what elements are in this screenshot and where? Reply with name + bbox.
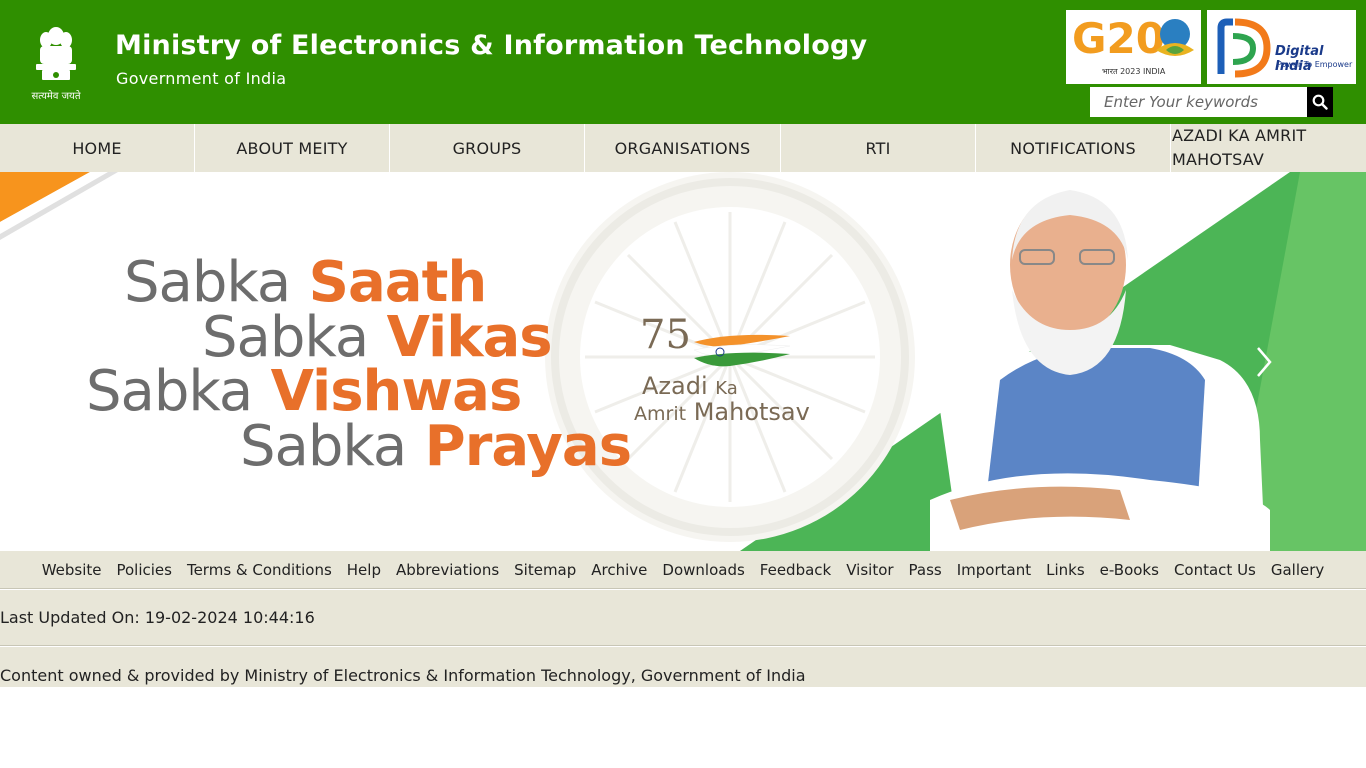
footer-link-gallery[interactable]: Gallery	[1271, 561, 1324, 579]
aka-line-amrit-mahotsav: Amrit Mahotsav	[634, 398, 810, 426]
content-owner-text: Content owned & provided by Ministry of …	[0, 666, 806, 685]
footer-link-sitemap[interactable]: Sitemap	[514, 561, 576, 579]
aka-75-numeral: 75	[640, 312, 691, 358]
aka-mahotsav-text: Mahotsav	[693, 398, 810, 426]
g20-wordmark: G20	[1072, 14, 1165, 63]
g20-logo-text: G20	[1072, 14, 1165, 63]
footer-link-feedback[interactable]: Feedback	[760, 561, 831, 579]
nav-item-about-meity[interactable]: ABOUT MEITY	[195, 124, 390, 172]
search-input[interactable]	[1090, 87, 1307, 117]
g20-logo[interactable]: G20 भारत 2023 INDIA	[1066, 10, 1201, 84]
lotus-globe-icon	[1156, 19, 1194, 56]
emblem-motto: सत्यमेव जयते	[31, 91, 81, 102]
slider-next-arrow[interactable]	[1252, 344, 1276, 380]
footer-link-abbreviations[interactable]: Abbreviations	[396, 561, 499, 579]
slogan-4-prefix: Sabka	[240, 414, 407, 479]
footer-link-policies[interactable]: Policies	[116, 561, 171, 579]
hero-banner-slider[interactable]: Sabka Saath Sabka Vikas Sabka Vishwas Sa…	[0, 172, 1366, 551]
digital-india-mark-icon	[1217, 18, 1271, 78]
aka-amrit-text: Amrit	[634, 403, 687, 425]
search-button[interactable]	[1307, 87, 1333, 117]
slogan-line-4: Sabka Prayas	[240, 414, 632, 479]
main-navigation: HOME ABOUT MEITY GROUPS ORGANISATIONS RT…	[0, 124, 1366, 172]
footer-link-pass[interactable]: Pass	[909, 561, 942, 579]
g20-subtext: भारत 2023 INDIA	[1102, 67, 1166, 76]
content-owner-row: Content owned & provided by Ministry of …	[0, 647, 1366, 687]
site-title[interactable]: Ministry of Electronics & Information Te…	[115, 30, 867, 61]
digital-india-logo[interactable]: Digital India Power To Empower	[1207, 10, 1356, 84]
national-emblem-logo[interactable]: सत्यमेव जयते	[22, 22, 90, 104]
footer-link-downloads[interactable]: Downloads	[662, 561, 744, 579]
footer-link-website[interactable]: Website	[42, 561, 102, 579]
site-subtitle: Government of India	[116, 69, 287, 88]
search-box	[1090, 87, 1333, 117]
aka-azadi-text: Azadi	[642, 372, 708, 400]
footer-link-archive[interactable]: Archive	[591, 561, 647, 579]
nav-item-organisations[interactable]: ORGANISATIONS	[585, 124, 781, 172]
footer-link-important[interactable]: Important	[957, 561, 1031, 579]
footer-link-links[interactable]: Links	[1046, 561, 1085, 579]
tricolour-flag-icon	[693, 334, 791, 367]
search-icon	[1312, 94, 1328, 110]
nav-item-rti[interactable]: RTI	[781, 124, 976, 172]
footer-link-terms-conditions[interactable]: Terms & Conditions	[187, 561, 332, 579]
aka-line-azadi: Azadi Ka	[642, 372, 738, 400]
footer-link-ebooks[interactable]: e-Books	[1100, 561, 1159, 579]
aka-ka-text: Ka	[715, 378, 738, 399]
footer-link-help[interactable]: Help	[347, 561, 381, 579]
nav-item-notifications[interactable]: NOTIFICATIONS	[976, 124, 1171, 172]
footer-link-visitor[interactable]: Visitor	[846, 561, 893, 579]
footer-link-contact-us[interactable]: Contact Us	[1174, 561, 1256, 579]
site-header: सत्यमेव जयते Ministry of Electronics & I…	[0, 0, 1366, 124]
prime-minister-photo	[930, 190, 1270, 551]
nav-item-azadi-ka-amrit-mahotsav[interactable]: AZADI KA AMRIT MAHOTSAV	[1171, 124, 1366, 172]
last-updated-text: Last Updated On: 19-02-2024 10:44:16	[0, 608, 315, 627]
digital-india-tagline: Power To Empower	[1277, 60, 1353, 69]
slogan-3-prefix: Sabka	[86, 359, 253, 424]
slogan-4-word: Prayas	[424, 414, 632, 479]
nav-item-home[interactable]: HOME	[0, 124, 195, 172]
ashoka-lion-icon	[36, 27, 76, 80]
chevron-right-icon	[1257, 347, 1272, 377]
footer-links-bar: Website Policies Terms & Conditions Help…	[0, 551, 1366, 589]
nav-item-groups[interactable]: GROUPS	[390, 124, 585, 172]
last-updated-row: Last Updated On: 19-02-2024 10:44:16	[0, 590, 1366, 646]
digital-india-title: Digital India	[1275, 44, 1324, 74]
